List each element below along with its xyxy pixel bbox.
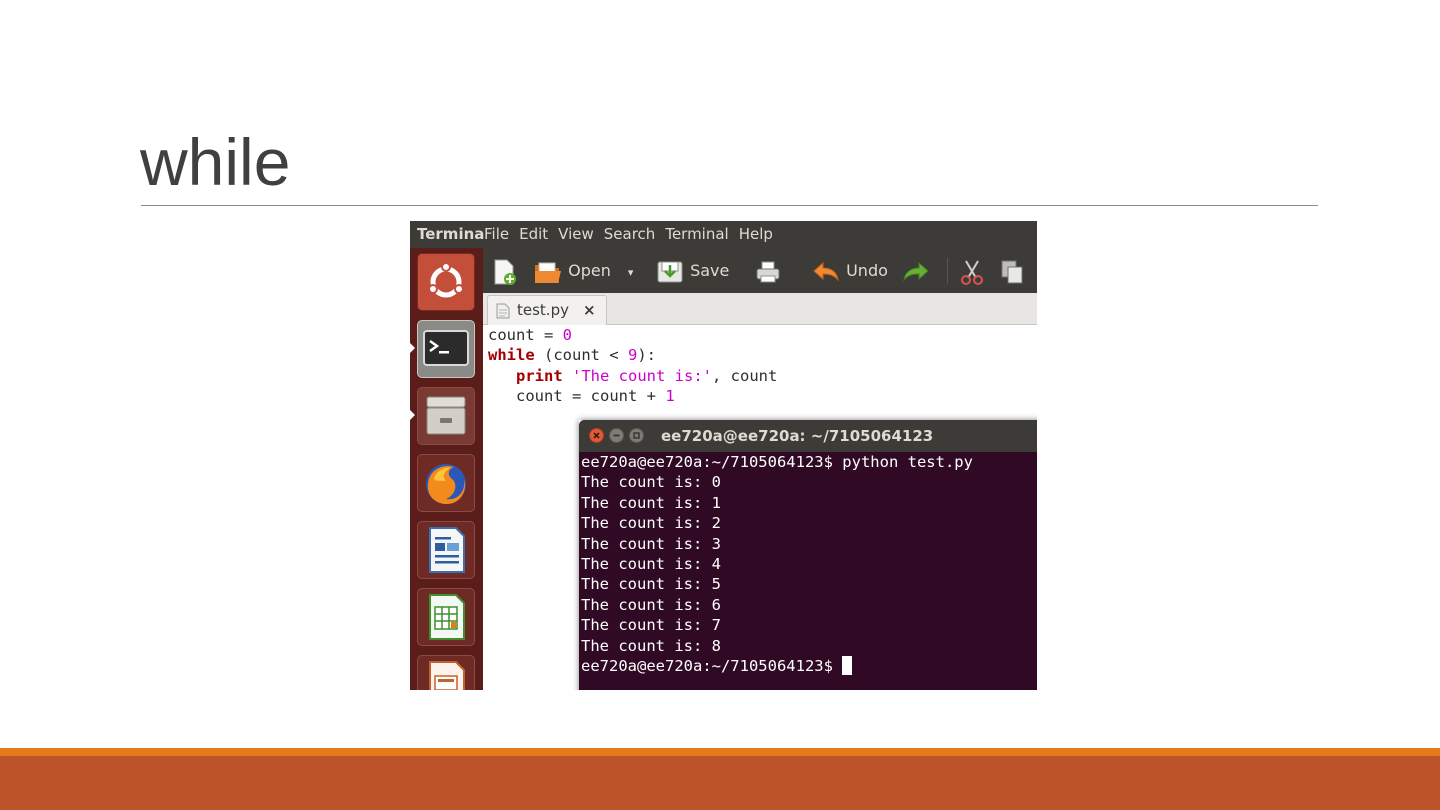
code-line-3: print 'The count is:', count [516,366,778,385]
code-line-2: while (count < 9): [488,346,657,365]
terminal-titlebar: ee720a@ee720a: ~/7105064123 [579,420,1037,452]
redo-icon [903,261,929,282]
file-cabinet-icon[interactable] [417,387,475,445]
redo-button[interactable] [901,248,931,293]
close-icon [593,432,600,439]
cut-button[interactable] [959,248,985,293]
terminal-title: ee720a@ee720a: ~/7105064123 [661,427,934,445]
terminal-cursor [842,656,853,676]
terminal-prompt: ee720a@ee720a:~/7105064123$ [581,657,843,676]
active-app-pip [410,343,415,353]
tab-label: test.py [517,301,569,319]
save-button[interactable]: Save [655,248,729,293]
toolbar-separator [947,258,948,284]
close-window-button[interactable] [589,428,604,443]
gedit-toolbar: Open ▾ Save Undo [483,248,1037,293]
undo-button[interactable]: Undo [811,248,888,293]
footer-band [0,756,1440,810]
new-document-button[interactable] [491,248,517,293]
copy-button[interactable] [999,248,1025,293]
minimize-window-button[interactable] [609,428,624,443]
menu-view[interactable]: View [558,221,594,248]
minimize-icon [613,434,620,437]
top-menubar: TerminalFile Edit View Search Terminal Help [410,221,1037,248]
maximize-window-button[interactable] [629,428,644,443]
scissors-icon [961,259,983,285]
output-line: The count is: 0 [581,473,721,492]
firefox-icon[interactable] [417,454,475,512]
undo-label: Undo [846,261,888,280]
footer-accent-stripe [0,748,1440,756]
ubuntu-screenshot: TerminalFile Edit View Search Terminal Help [410,221,1037,690]
folder-open-icon [535,262,561,283]
terminal-command-line: ee720a@ee720a:~/7105064123$ python test.… [581,453,973,471]
code-line-1: count = 0 [488,326,572,344]
terminal-icon[interactable] [417,320,475,378]
output-line: The count is: 6 [581,595,721,614]
output-line: The count is: 5 [581,575,721,594]
open-button[interactable]: Open ▾ [533,248,633,293]
app-name: Terminal [417,225,484,243]
text-file-icon [496,303,510,319]
maximize-icon [633,432,640,439]
open-dropdown-arrow[interactable]: ▾ [628,266,634,279]
menu-file[interactable]: File [484,221,509,248]
terminal-window: ee720a@ee720a: ~/7105064123 ee720a@ee720… [579,420,1037,690]
save-icon [657,261,683,282]
impress-icon[interactable] [417,655,475,690]
ubuntu-dash-icon[interactable] [417,253,475,311]
pip [410,410,415,420]
terminal-text: ee720a@ee720a:~/7105064123$ python test.… [581,452,973,676]
tab-close-icon[interactable]: × [583,296,596,324]
new-document-icon [494,259,516,285]
copy-icon [1001,260,1023,283]
print-button[interactable] [755,248,781,293]
menu-terminal[interactable]: Terminal [665,221,728,248]
menu-edit[interactable]: Edit [519,221,548,248]
code-editor[interactable]: count = 0 while (count < 9): print 'The … [483,325,1037,690]
save-label: Save [690,261,730,280]
tab-test-py[interactable]: test.py × [487,295,607,325]
output-line: The count is: 4 [581,555,721,574]
menu-search[interactable]: Search [604,221,656,248]
tab-strip: test.py × [483,293,1037,325]
output-line: The count is: 7 [581,616,721,635]
terminal-output[interactable]: ee720a@ee720a:~/7105064123$ python test.… [579,452,1037,690]
undo-icon [813,261,839,282]
slide-title: while [140,125,291,199]
calc-icon[interactable] [417,588,475,646]
unity-launcher [410,248,483,690]
menu-help[interactable]: Help [739,221,773,248]
code-line-4: count = count + 1 [516,387,675,406]
output-line: The count is: 8 [581,636,721,655]
output-line: The count is: 3 [581,534,721,553]
title-divider [141,205,1318,206]
printer-icon [756,261,780,282]
open-label: Open [568,261,611,280]
output-line: The count is: 2 [581,514,721,533]
source-code: count = 0 while (count < 9): print 'The … [488,325,777,407]
output-line: The count is: 1 [581,493,721,512]
writer-icon[interactable] [417,521,475,579]
